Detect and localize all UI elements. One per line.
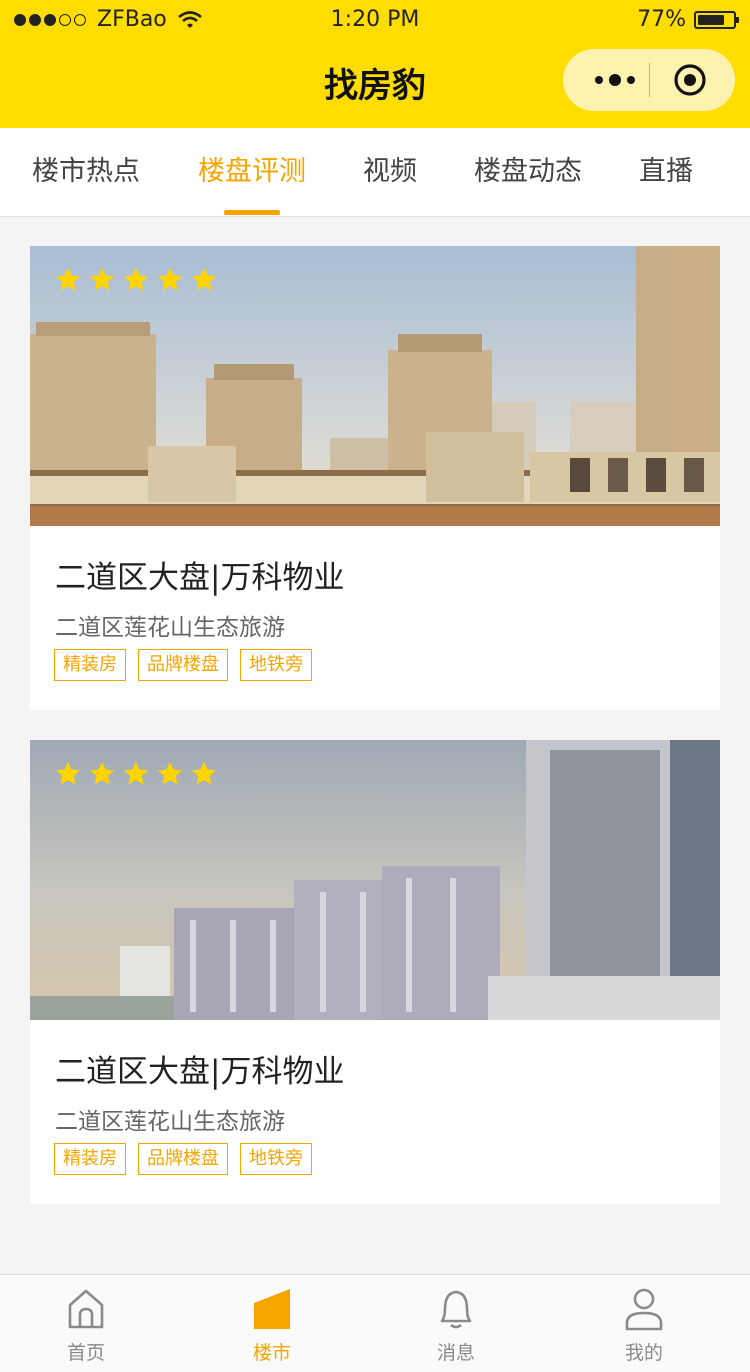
close-miniapp-icon[interactable] bbox=[673, 63, 707, 97]
card-title: 二道区大盘|万科物业 bbox=[55, 560, 345, 596]
tab-property-news[interactable]: 楼盘动态 bbox=[462, 128, 594, 216]
card-title: 二道区大盘|万科物业 bbox=[55, 1054, 345, 1090]
more-icon-dot bbox=[609, 74, 621, 86]
star-icon bbox=[89, 761, 115, 785]
card-subtitle: 二道区莲花山生态旅游 bbox=[55, 1109, 285, 1135]
tab-property-review[interactable]: 楼盘评测 bbox=[186, 128, 318, 216]
tabbar-item-messages[interactable]: 消息 bbox=[396, 1275, 516, 1372]
star-icon bbox=[191, 267, 217, 291]
star-icon bbox=[55, 267, 81, 291]
star-icon bbox=[89, 267, 115, 291]
battery-icon bbox=[694, 10, 739, 29]
tag: 精装房 bbox=[54, 1143, 126, 1175]
tag: 地铁旁 bbox=[240, 1143, 312, 1175]
home-icon bbox=[68, 1289, 104, 1329]
tag: 品牌楼盘 bbox=[138, 649, 228, 681]
tab-live[interactable]: 直播 bbox=[626, 128, 706, 216]
star-icon bbox=[157, 761, 183, 785]
tab-video[interactable]: 视频 bbox=[350, 128, 430, 216]
card-subtitle: 二道区莲花山生态旅游 bbox=[55, 615, 285, 641]
tabbar-label: 楼市 bbox=[252, 1342, 291, 1364]
more-icon-dot bbox=[627, 76, 635, 84]
bottom-tab-bar: 首页 楼市 消息 我的 bbox=[0, 1274, 750, 1372]
property-card[interactable]: 二道区大盘|万科物业 二道区莲花山生态旅游 精装房 品牌楼盘 地铁旁 bbox=[30, 246, 720, 710]
star-icon bbox=[123, 267, 149, 291]
tabbar-item-profile[interactable]: 我的 bbox=[584, 1275, 704, 1372]
tag: 精装房 bbox=[54, 649, 126, 681]
star-rating bbox=[54, 760, 224, 788]
tag: 地铁旁 bbox=[240, 649, 312, 681]
status-bar: ZFBao 1:20 PM 77% bbox=[0, 0, 750, 40]
tag: 品牌楼盘 bbox=[138, 1143, 228, 1175]
property-photo bbox=[30, 246, 720, 526]
user-icon bbox=[625, 1288, 663, 1331]
tabbar-label: 消息 bbox=[436, 1342, 475, 1364]
tab-market-hotspot[interactable]: 楼市热点 bbox=[20, 128, 152, 216]
bell-icon bbox=[440, 1290, 472, 1329]
property-photo bbox=[30, 740, 720, 1020]
header: ZFBao 1:20 PM 77% 找房豹 bbox=[0, 0, 750, 128]
card-tags: 精装房 品牌楼盘 地铁旁 bbox=[54, 1143, 324, 1175]
star-icon bbox=[55, 761, 81, 785]
star-icon bbox=[157, 267, 183, 291]
tabbar-item-home[interactable]: 首页 bbox=[26, 1275, 146, 1372]
battery-percent: 77% bbox=[637, 7, 686, 32]
tabbar-label: 首页 bbox=[66, 1342, 105, 1364]
status-right: 77% bbox=[637, 7, 739, 32]
tabbar-item-market[interactable]: 楼市 bbox=[212, 1275, 332, 1372]
tabbar-label: 我的 bbox=[624, 1342, 663, 1364]
card-tags: 精装房 品牌楼盘 地铁旁 bbox=[54, 649, 324, 681]
miniapp-capsule bbox=[563, 49, 735, 111]
star-rating bbox=[54, 266, 224, 294]
capsule-divider bbox=[649, 63, 650, 97]
more-button[interactable] bbox=[585, 49, 645, 111]
active-tab-indicator bbox=[224, 210, 280, 215]
star-icon bbox=[191, 761, 217, 785]
star-icon bbox=[123, 761, 149, 785]
category-tabs: 楼市热点 楼盘评测 视频 楼盘动态 直播 bbox=[0, 128, 750, 217]
property-card[interactable]: 二道区大盘|万科物业 二道区莲花山生态旅游 精装房 品牌楼盘 地铁旁 bbox=[30, 740, 720, 1204]
more-icon-dot bbox=[595, 76, 603, 84]
building-icon bbox=[254, 1289, 290, 1329]
